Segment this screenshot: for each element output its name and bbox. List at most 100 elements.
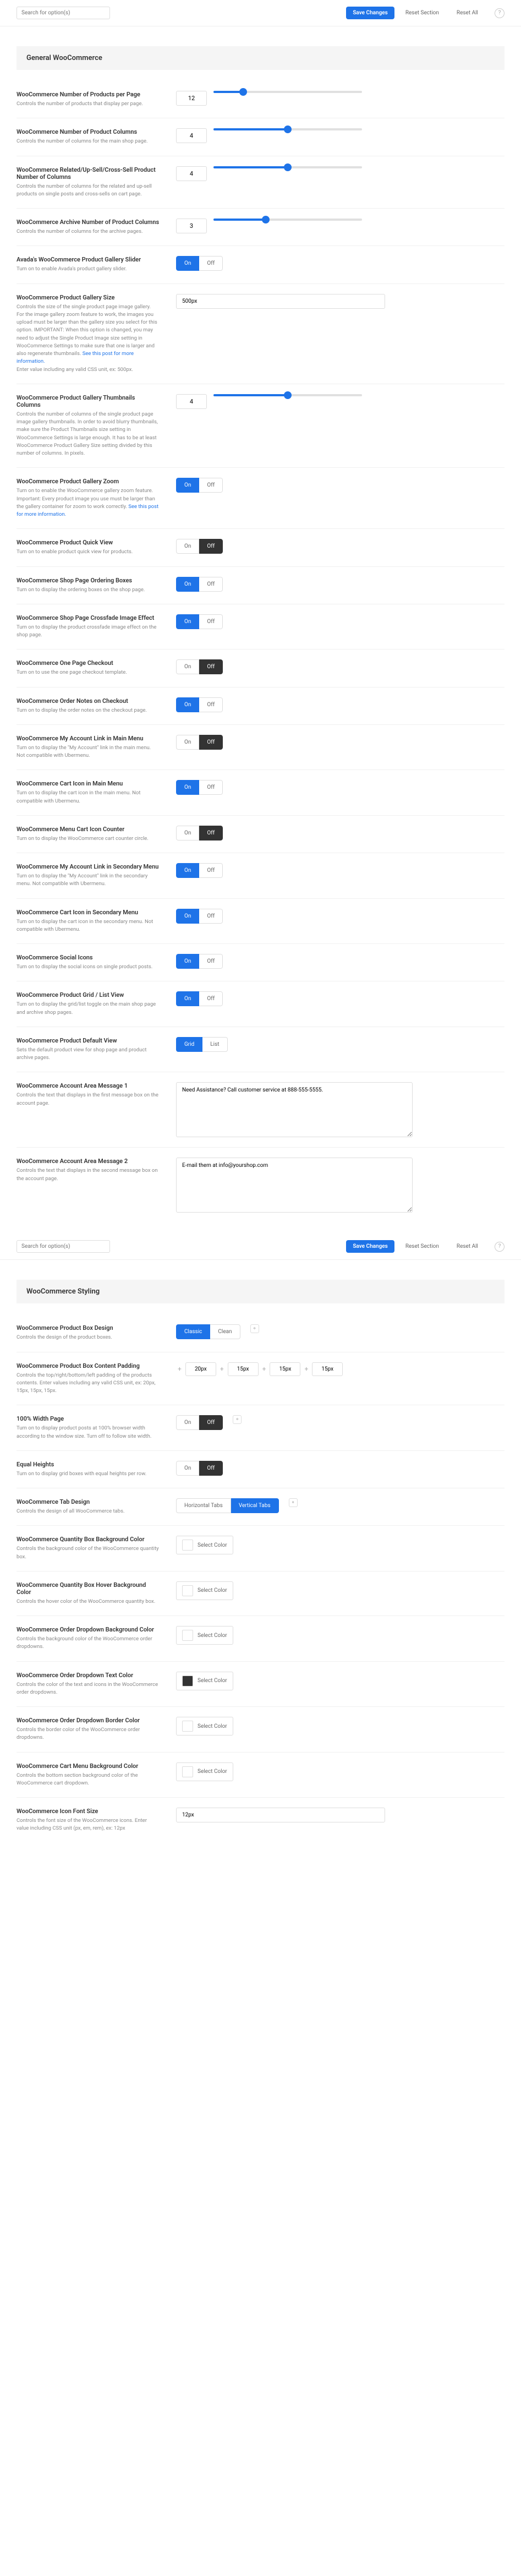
gallery-size-input[interactable] — [176, 294, 385, 309]
order-notes-off[interactable]: Off — [199, 697, 223, 712]
option-desc: Turn on to display the order notes on th… — [17, 707, 160, 714]
thumb-columns-input[interactable] — [176, 394, 207, 409]
tab-design-pill-0[interactable]: Horizontal Tabs — [176, 1498, 231, 1513]
msg2-textarea[interactable]: E-mail them at info@yourshop.com — [176, 1158, 413, 1213]
order-notes-on[interactable]: On — [176, 697, 199, 712]
products-per-page-input[interactable] — [176, 91, 207, 106]
cart-secondary-off[interactable]: Off — [199, 909, 223, 924]
equal-heights-on[interactable]: On — [176, 1461, 199, 1476]
option-row-cart-counter: WooCommerce Menu Cart Icon Counter Turn … — [17, 816, 504, 853]
default-view-pill-1[interactable]: List — [202, 1037, 227, 1052]
option-row-qty-bg: WooCommerce Quantity Box Background Colo… — [17, 1526, 504, 1571]
reset-all-button[interactable]: Reset All — [450, 7, 485, 19]
cart-icon-main-off[interactable]: Off — [199, 780, 223, 795]
option-title: WooCommerce Product Box Design — [17, 1324, 160, 1331]
default-view-pill-0[interactable]: Grid — [176, 1037, 202, 1052]
quick-view-on[interactable]: On — [176, 539, 199, 554]
dropdown-border-color-picker[interactable]: Select Color — [176, 1717, 233, 1735]
cart-counter-off[interactable]: Off — [199, 826, 223, 841]
reset-section-button[interactable]: Reset Section — [399, 1240, 446, 1253]
box-padding-pad-2[interactable] — [270, 1362, 300, 1376]
option-row-gallery-zoom: WooCommerce Product Gallery Zoom Turn on… — [17, 468, 504, 529]
reset-section-button[interactable]: Reset Section — [399, 7, 446, 19]
related-columns-input[interactable] — [176, 166, 207, 181]
option-desc: Turn on to display the ordering boxes on… — [17, 586, 160, 594]
crossfade-off[interactable]: Off — [199, 614, 223, 629]
products-per-page-slider[interactable] — [213, 91, 362, 93]
cart-secondary-on[interactable]: On — [176, 909, 199, 924]
gallery-slider-off[interactable]: Off — [199, 256, 223, 271]
full-width-on[interactable]: On — [176, 1415, 199, 1430]
gallery-slider-on[interactable]: On — [176, 256, 199, 271]
option-row-msg2: WooCommerce Account Area Message 2 Contr… — [17, 1148, 504, 1222]
archive-columns-input[interactable] — [176, 219, 207, 233]
social-icons-off[interactable]: Off — [199, 954, 223, 969]
box-padding-pad-1[interactable] — [228, 1362, 259, 1376]
grid-list-view-off[interactable]: Off — [199, 991, 223, 1006]
link-icon[interactable]: ⚬ — [250, 1324, 259, 1333]
crossfade-on[interactable]: On — [176, 614, 199, 629]
dropdown-bg-color-picker[interactable]: Select Color — [176, 1626, 233, 1645]
option-desc: Controls the top/right/bottom/left paddi… — [17, 1372, 160, 1395]
qty-hover-bg-color-picker[interactable]: Select Color — [176, 1581, 233, 1600]
one-page-checkout-on[interactable]: On — [176, 659, 199, 674]
box-design-pill-0[interactable]: Classic — [176, 1324, 210, 1339]
option-row-icon-font-size: WooCommerce Icon Font Size Controls the … — [17, 1798, 504, 1843]
full-width-off[interactable]: Off — [199, 1415, 223, 1430]
cart-counter-toggle: On Off — [176, 826, 223, 841]
cart-menu-bg-color-picker[interactable]: Select Color — [176, 1762, 233, 1781]
box-design-pill-1[interactable]: Clean — [210, 1324, 240, 1339]
control-col: GridList — [176, 1037, 504, 1062]
default-view-pills: GridList — [176, 1037, 228, 1052]
save-button[interactable]: Save Changes — [346, 1240, 394, 1253]
icon-font-size-input[interactable] — [176, 1808, 385, 1822]
cart-icon-main-on[interactable]: On — [176, 780, 199, 795]
help-icon[interactable]: ? — [495, 1242, 504, 1252]
gallery-zoom-off[interactable]: Off — [199, 478, 223, 493]
cart-counter-on[interactable]: On — [176, 826, 199, 841]
reset-all-button[interactable]: Reset All — [450, 1240, 485, 1253]
gallery-zoom-on[interactable]: On — [176, 478, 199, 493]
link-icon[interactable]: ⚬ — [289, 1498, 298, 1507]
search-input[interactable] — [17, 1240, 110, 1253]
tab-design-pill-1[interactable]: Vertical Tabs — [231, 1498, 279, 1513]
product-columns-slider[interactable] — [213, 128, 362, 130]
box-padding-pad-3[interactable] — [312, 1362, 343, 1376]
option-title: WooCommerce One Page Checkout — [17, 659, 160, 667]
social-icons-on[interactable]: On — [176, 954, 199, 969]
account-main-off[interactable]: Off — [199, 735, 223, 750]
search-input[interactable] — [17, 7, 110, 19]
label-col: WooCommerce Cart Icon in Main Menu Turn … — [17, 780, 160, 805]
help-icon[interactable]: ? — [495, 8, 504, 18]
link-icon[interactable]: ⚬ — [233, 1415, 242, 1424]
option-row-thumb-columns: WooCommerce Product Gallery Thumbnails C… — [17, 384, 504, 468]
product-columns-input[interactable] — [176, 128, 207, 143]
msg1-textarea[interactable]: Need Assistance? Call customer service a… — [176, 1082, 413, 1137]
account-main-on[interactable]: On — [176, 735, 199, 750]
option-row-tab-design: WooCommerce Tab Design Controls the desi… — [17, 1488, 504, 1526]
option-row-cart-icon-main: WooCommerce Cart Icon in Main Menu Turn … — [17, 770, 504, 816]
option-desc: Turn on to display the cart icon in the … — [17, 918, 160, 934]
dropdown-text-color-picker[interactable]: Select Color — [176, 1672, 233, 1690]
equal-heights-off[interactable]: Off — [199, 1461, 223, 1476]
archive-columns-slider[interactable] — [213, 219, 362, 221]
quick-view-off[interactable]: Off — [199, 539, 223, 554]
label-col: WooCommerce Shop Page Ordering Boxes Tur… — [17, 577, 160, 594]
account-secondary-off[interactable]: Off — [199, 863, 223, 878]
thumb-columns-slider[interactable] — [213, 394, 362, 396]
control-col: On Off — [176, 909, 504, 934]
qty-bg-color-picker[interactable]: Select Color — [176, 1536, 233, 1554]
one-page-checkout-off[interactable]: Off — [199, 659, 223, 674]
label-col: WooCommerce Product Gallery Size Control… — [17, 294, 160, 374]
option-row-archive-columns: WooCommerce Archive Number of Product Co… — [17, 209, 504, 246]
account-secondary-on[interactable]: On — [176, 863, 199, 878]
option-row-account-main: WooCommerce My Account Link in Main Menu… — [17, 725, 504, 771]
box-padding-pad-0[interactable] — [185, 1362, 216, 1376]
option-row-gallery-size: WooCommerce Product Gallery Size Control… — [17, 284, 504, 384]
related-columns-slider[interactable] — [213, 166, 362, 168]
ordering-boxes-off[interactable]: Off — [199, 577, 223, 592]
save-button[interactable]: Save Changes — [346, 7, 394, 19]
label-col: WooCommerce Tab Design Controls the desi… — [17, 1498, 160, 1515]
grid-list-view-on[interactable]: On — [176, 991, 199, 1006]
ordering-boxes-on[interactable]: On — [176, 577, 199, 592]
